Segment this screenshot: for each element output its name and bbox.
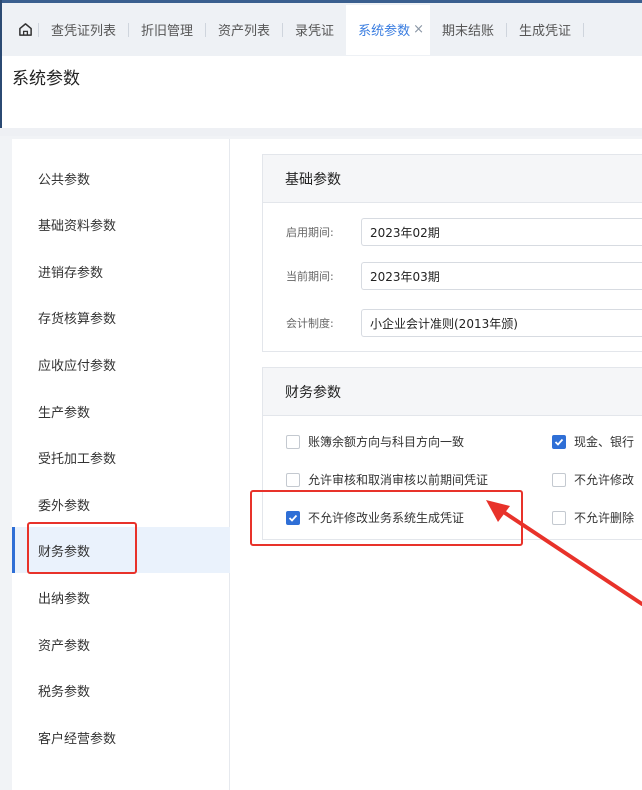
sidebar-item-tax[interactable]: 税务参数 xyxy=(12,667,230,713)
option-balance-direction[interactable]: 账簿余额方向与科目方向一致 xyxy=(286,433,464,450)
tab-label: 系统参数 xyxy=(358,24,411,39)
params-sidebar: 公共参数 基础资料参数 进销存参数 存货核算参数 应收应付参数 生产参数 受托加… xyxy=(12,139,230,790)
sidebar-item-contract-processing[interactable]: 受托加工参数 xyxy=(12,434,230,480)
sidebar-item-label: 出纳参数 xyxy=(38,591,91,607)
annotation-arrow xyxy=(486,500,642,606)
option-audit-prior-period[interactable]: 允许审核和取消审核以前期间凭证 xyxy=(286,471,488,488)
tab-generate-voucher[interactable]: 生成凭证 xyxy=(507,5,583,55)
tab-label: 折旧管理 xyxy=(141,24,194,39)
sidebar-item-label: 税务参数 xyxy=(38,684,91,700)
sidebar-item-inventory-sales[interactable]: 进销存参数 xyxy=(12,248,230,294)
sidebar-item-customer-ops[interactable]: 客户经营参数 xyxy=(12,714,230,760)
sidebar-item-basic-data[interactable]: 基础资料参数 xyxy=(12,201,230,247)
sidebar-item-label: 应收应付参数 xyxy=(38,358,117,374)
page-header: 系统参数 xyxy=(2,56,642,128)
sidebar-item-label: 基础资料参数 xyxy=(38,218,117,234)
option-label: 不允许修改 xyxy=(574,473,635,487)
section-title: 基础参数 xyxy=(263,155,642,203)
tab-label: 期末结账 xyxy=(441,24,494,39)
field-label: 当前期间: xyxy=(286,270,334,283)
checkbox[interactable] xyxy=(552,472,566,487)
checkbox[interactable] xyxy=(552,434,566,449)
accounting-system-select[interactable]: 小企业会计准则(2013年颁) xyxy=(361,309,642,337)
highlight-box-sidebar xyxy=(27,522,137,574)
sidebar-item-label: 资产参数 xyxy=(38,638,91,654)
field-accounting-system: 会计制度: 小企业会计准则(2013年颁) xyxy=(263,309,642,337)
field-label: 会计制度: xyxy=(286,317,334,330)
sidebar-item-label: 受托加工参数 xyxy=(38,451,117,467)
sidebar-item-label: 委外参数 xyxy=(38,498,91,514)
tab-label: 查凭证列表 xyxy=(51,24,117,39)
tab-label: 资产列表 xyxy=(218,24,271,39)
tab-separator xyxy=(583,22,585,37)
home-tab[interactable] xyxy=(12,11,38,49)
tab-enter-voucher[interactable]: 录凭证 xyxy=(283,5,346,55)
field-current-period: 当前期间: 2023年03期 xyxy=(263,262,642,290)
sidebar-item-cashier[interactable]: 出纳参数 xyxy=(12,574,230,620)
tab-voucher-list[interactable]: 查凭证列表 xyxy=(39,5,128,55)
sidebar-item-label: 客户经营参数 xyxy=(38,731,117,747)
option-label: 账簿余额方向与科目方向一致 xyxy=(308,435,465,449)
option-label: 允许审核和取消审核以前期间凭证 xyxy=(308,473,489,487)
tab-label: 录凭证 xyxy=(295,24,335,39)
sidebar-item-outsourcing[interactable]: 委外参数 xyxy=(12,481,230,527)
option-cash-bank[interactable]: 现金、银行 xyxy=(552,433,634,450)
tab-bar: 查凭证列表 折旧管理 资产列表 录凭证 系统参数 × 期末结账 生成凭证 xyxy=(2,0,642,56)
tab-period-close[interactable]: 期末结账 xyxy=(430,5,506,55)
sidebar-item-public[interactable]: 公共参数 xyxy=(12,155,230,201)
checkbox[interactable] xyxy=(286,434,300,449)
tab-depreciation[interactable]: 折旧管理 xyxy=(129,5,205,55)
home-icon xyxy=(18,23,32,36)
sidebar-item-label: 进销存参数 xyxy=(38,265,104,281)
check-icon xyxy=(554,438,564,446)
option-label: 现金、银行 xyxy=(574,435,635,449)
basic-params-section: 基础参数 启用期间: 2023年02期 当前期间: 2023年03期 会计制度:… xyxy=(262,154,642,352)
page-title: 系统参数 xyxy=(12,69,80,89)
params-content: 基础参数 启用期间: 2023年02期 当前期间: 2023年03期 会计制度:… xyxy=(230,139,642,790)
sidebar-item-receivable-payable[interactable]: 应收应付参数 xyxy=(12,341,230,387)
sidebar-item-assets[interactable]: 资产参数 xyxy=(12,621,230,667)
sidebar-item-stock-accounting[interactable]: 存货核算参数 xyxy=(12,294,230,340)
option-no-modify[interactable]: 不允许修改 xyxy=(552,471,634,488)
section-title: 财务参数 xyxy=(263,368,642,416)
sidebar-item-production[interactable]: 生产参数 xyxy=(12,388,230,434)
tab-label: 生成凭证 xyxy=(519,24,572,39)
header-divider xyxy=(0,128,642,136)
tab-asset-list[interactable]: 资产列表 xyxy=(206,5,282,55)
field-label: 启用期间: xyxy=(286,226,334,239)
start-period-select[interactable]: 2023年02期 xyxy=(361,218,642,246)
current-period-select[interactable]: 2023年03期 xyxy=(361,262,642,290)
sidebar-item-label: 生产参数 xyxy=(38,405,91,421)
checkbox[interactable] xyxy=(286,472,300,487)
close-icon[interactable]: × xyxy=(413,22,424,37)
sidebar-item-label: 公共参数 xyxy=(38,172,91,188)
sidebar-item-label: 存货核算参数 xyxy=(38,311,117,327)
tab-system-params[interactable]: 系统参数 × xyxy=(346,4,430,55)
field-start-period: 启用期间: 2023年02期 xyxy=(263,218,642,246)
